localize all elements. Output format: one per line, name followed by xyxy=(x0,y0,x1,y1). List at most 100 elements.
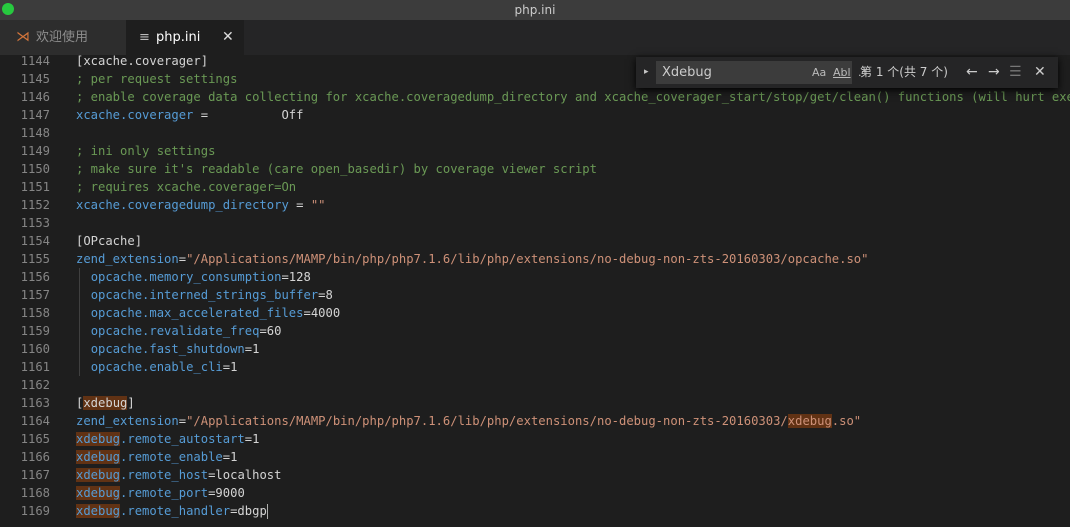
code-text: opcache.enable_cli=1 xyxy=(76,358,238,376)
next-match-icon[interactable]: → xyxy=(988,57,1000,88)
code-token: "/Applications/MAMP/bin/php/php7.1.6/lib… xyxy=(186,252,869,266)
title-bar: php.ini xyxy=(0,0,1070,20)
line-number: 1157 xyxy=(20,288,50,302)
line-number: 1163 xyxy=(20,396,50,410)
line-number: 1168 xyxy=(20,486,50,500)
close-icon[interactable]: ✕ xyxy=(222,20,234,55)
code-token: .remote_host xyxy=(120,468,209,482)
code-token: =1 xyxy=(244,432,260,446)
code-line[interactable]: 1161 opcache.enable_cli=1 xyxy=(0,358,1070,376)
find-in-selection-icon[interactable]: ☰ xyxy=(1009,57,1022,88)
code-line[interactable]: 1146 ; enable coverage data collecting fo… xyxy=(0,88,1070,106)
code-token: = xyxy=(178,252,187,266)
code-line[interactable]: 1147 xcache.coverager = Off xyxy=(0,106,1070,124)
code-token: =1 xyxy=(222,360,238,374)
code-token: opcache.fast_shutdown xyxy=(90,342,245,356)
search-match-highlight: xdebug xyxy=(76,468,121,482)
code-text: ; ini only settings xyxy=(76,142,215,160)
code-line[interactable]: 1152 xcache.coveragedump_directory = "" xyxy=(0,196,1070,214)
code-text: [xcache.coverager] xyxy=(76,55,208,70)
code-line[interactable]: 1164 zend_extension="/Applications/MAMP/b… xyxy=(0,412,1070,430)
chevron-right-icon[interactable]: ▸ xyxy=(644,57,649,88)
previous-match-icon[interactable]: ← xyxy=(966,57,978,88)
line-number: 1152 xyxy=(20,198,50,212)
line-number: 1159 xyxy=(20,324,50,338)
line-number: 1150 xyxy=(20,162,50,176)
close-icon[interactable]: ✕ xyxy=(1034,57,1046,88)
code-line[interactable]: 1154 [OPcache] xyxy=(0,232,1070,250)
code-token: opcache.interned_strings_buffer xyxy=(90,288,319,302)
code-line[interactable]: 1149 ; ini only settings xyxy=(0,142,1070,160)
line-number: 1149 xyxy=(20,144,50,158)
code-token: .remote_autostart xyxy=(120,432,245,446)
code-token: .remote_port xyxy=(120,486,209,500)
code-line[interactable]: 1155 zend_extension="/Applications/MAMP/b… xyxy=(0,250,1070,268)
code-token: ; requires xcache.coverager=On xyxy=(76,180,297,194)
code-token: = Off xyxy=(193,108,304,122)
tab-bar: ⋊ 欢迎使用 ≡ php.ini ✕ xyxy=(0,20,1070,55)
code-token: [xcache.coverager] xyxy=(76,55,209,68)
code-token: = xyxy=(178,414,187,428)
code-line[interactable]: 1162 xyxy=(0,376,1070,394)
line-number: 1156 xyxy=(20,270,50,284)
code-line[interactable]: 1169 xdebug.remote_handler=dbgp xyxy=(0,502,1070,520)
code-line[interactable]: 1166 xdebug.remote_enable=1 xyxy=(0,448,1070,466)
line-number: 1148 xyxy=(20,126,50,140)
code-token: opcache.revalidate_freq xyxy=(90,324,260,338)
code-text: [OPcache] xyxy=(76,232,142,250)
code-line[interactable]: 1150 ; make sure it's readable (care open… xyxy=(0,160,1070,178)
code-token: ; ini only settings xyxy=(76,144,216,158)
line-number: 1169 xyxy=(20,504,50,518)
code-token: =localhost xyxy=(208,468,282,482)
code-line[interactable]: 1159 opcache.revalidate_freq=60 xyxy=(0,322,1070,340)
whole-word-icon[interactable]: Abl xyxy=(833,61,851,84)
code-text: xdebug.remote_port=9000 xyxy=(76,484,245,502)
code-token: ; make sure it's readable (care open_bas… xyxy=(76,162,597,176)
code-token: =60 xyxy=(259,324,282,338)
code-text: opcache.fast_shutdown=1 xyxy=(76,340,260,358)
tab-welcome[interactable]: ⋊ 欢迎使用 xyxy=(0,20,126,55)
code-token: ; per request settings xyxy=(76,72,238,86)
match-case-icon[interactable]: Aa xyxy=(812,61,826,84)
line-number: 1144 xyxy=(20,55,50,68)
code-token: zend_extension xyxy=(76,252,179,266)
code-text: zend_extension="/Applications/MAMP/bin/p… xyxy=(76,412,861,430)
code-token: =8 xyxy=(318,288,333,302)
code-line[interactable]: 1153 xyxy=(0,214,1070,232)
code-text: xdebug.remote_autostart=1 xyxy=(76,430,259,448)
code-line[interactable]: 1158 opcache.max_accelerated_files=4000 xyxy=(0,304,1070,322)
code-line[interactable]: 1163 [xdebug] xyxy=(0,394,1070,412)
code-text: xdebug.remote_enable=1 xyxy=(76,448,237,466)
code-token: .so" xyxy=(831,414,862,428)
code-token: .remote_handler xyxy=(120,504,231,518)
search-match-highlight: xdebug xyxy=(76,486,121,500)
find-input[interactable]: Xdebug Aa Abl .* xyxy=(656,61,867,84)
code-line[interactable]: 1160 opcache.fast_shutdown=1 xyxy=(0,340,1070,358)
code-line[interactable]: 1151 ; requires xcache.coverager=On xyxy=(0,178,1070,196)
code-line[interactable]: 1156 opcache.memory_consumption=128 xyxy=(0,268,1070,286)
tab-php-ini[interactable]: ≡ php.ini ✕ xyxy=(126,20,244,55)
code-text: [xdebug] xyxy=(76,394,135,412)
code-line[interactable]: 1148 xyxy=(0,124,1070,142)
line-number: 1153 xyxy=(20,216,50,230)
code-text: ; enable coverage data collecting for xc… xyxy=(76,88,1070,106)
code-token: =dbgp xyxy=(230,504,267,518)
line-number: 1145 xyxy=(20,72,50,86)
code-line[interactable]: 1165 xdebug.remote_autostart=1 xyxy=(0,430,1070,448)
line-number: 1147 xyxy=(20,108,50,122)
code-line[interactable]: 1167 xdebug.remote_host=localhost xyxy=(0,466,1070,484)
code-token: .remote_enable xyxy=(120,450,223,464)
code-token: ; enable coverage data collecting for xc… xyxy=(76,90,1070,104)
line-number: 1151 xyxy=(20,180,50,194)
tab-label: 欢迎使用 xyxy=(36,30,89,45)
search-match-highlight: xdebug xyxy=(76,432,121,446)
line-number: 1158 xyxy=(20,306,50,320)
code-editor[interactable]: 1144 [xcache.coverager] 1145 ; per request … xyxy=(0,55,1070,527)
code-line[interactable]: 1168 xdebug.remote_port=9000 xyxy=(0,484,1070,502)
code-text: ; requires xcache.coverager=On xyxy=(76,178,296,196)
code-token: =9000 xyxy=(208,486,245,500)
code-text: opcache.revalidate_freq=60 xyxy=(76,322,282,340)
text-cursor xyxy=(266,504,268,519)
code-token: opcache.memory_consumption xyxy=(90,270,282,284)
code-line[interactable]: 1157 opcache.interned_strings_buffer=8 xyxy=(0,286,1070,304)
